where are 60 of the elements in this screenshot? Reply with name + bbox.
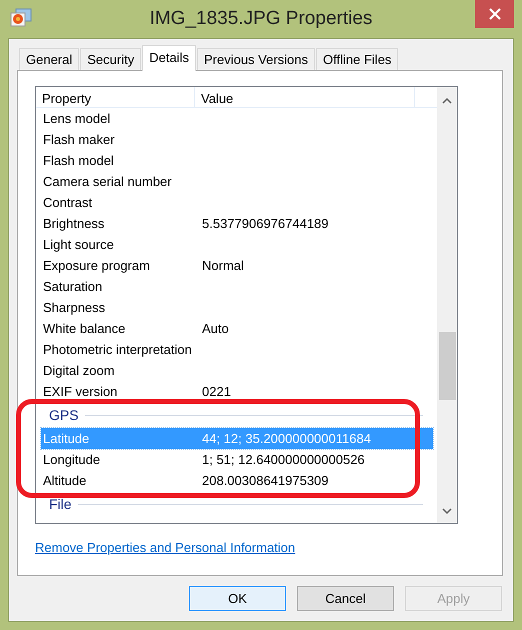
property-row[interactable]: Flash maker (41, 129, 433, 150)
property-name: Flash model (42, 153, 115, 168)
group-header: File (49, 496, 72, 512)
property-name: White balance (42, 321, 126, 336)
property-value: 208.00308641975309 (201, 473, 329, 488)
property-name: Light source (42, 237, 115, 252)
column-header[interactable]: Value (195, 87, 415, 107)
property-name: Latitude (42, 431, 90, 446)
close-button[interactable] (475, 0, 514, 28)
scrollbar[interactable] (437, 87, 457, 523)
scroll-down-icon[interactable] (441, 507, 453, 515)
dialog-button[interactable]: Cancel (297, 586, 394, 611)
property-value: 5.5377906976744189 (201, 216, 329, 231)
tab[interactable]: Security (80, 48, 142, 70)
scrollbar-thumb[interactable] (439, 332, 456, 400)
property-name: Contrast (42, 195, 94, 210)
property-name: Lens model (42, 111, 112, 126)
property-row[interactable]: Brightness 5.5377906976744189 (41, 213, 433, 234)
property-row[interactable]: Digital zoom (41, 360, 433, 381)
property-row[interactable]: White balance Auto (41, 318, 433, 339)
tab[interactable]: Previous Versions (196, 48, 316, 70)
property-name: EXIF version (42, 384, 118, 399)
tab[interactable]: General (19, 48, 80, 70)
window-title: IMG_1835.JPG Properties (150, 8, 372, 30)
property-row[interactable]: Lens model (41, 108, 433, 129)
property-row[interactable]: EXIF version 0221 (41, 381, 433, 402)
property-row[interactable]: Altitude 208.00308641975309 (41, 470, 433, 491)
property-value: 1; 51; 12.640000000000526 (201, 452, 365, 467)
property-row[interactable]: Contrast (41, 192, 433, 213)
property-value: Auto (201, 321, 229, 336)
property-name: Saturation (42, 279, 104, 294)
group-header: GPS (49, 407, 79, 423)
property-name: Camera serial number (42, 174, 173, 189)
property-name: Digital zoom (42, 363, 116, 378)
property-name: Brightness (42, 216, 106, 231)
property-row[interactable]: Light source (41, 234, 433, 255)
property-row[interactable]: Sharpness (41, 297, 433, 318)
property-name: Photometric interpretation (42, 342, 193, 357)
tab[interactable]: Details (142, 45, 196, 71)
property-row[interactable]: Longitude 1; 51; 12.640000000000526 (41, 449, 433, 470)
property-row[interactable]: Exposure program Normal (41, 255, 433, 276)
property-name: Sharpness (42, 300, 106, 315)
property-row[interactable]: Flash model (41, 150, 433, 171)
app-icon (10, 8, 32, 28)
property-name: Longitude (42, 452, 102, 467)
dialog-button[interactable]: OK (189, 586, 286, 611)
property-name: Exposure program (42, 258, 151, 273)
property-row[interactable]: Saturation (41, 276, 433, 297)
property-name: Altitude (42, 473, 88, 488)
property-value: 44; 12; 35.200000000011684 (201, 431, 371, 446)
remove-properties-link[interactable]: Remove Properties and Personal Information (35, 540, 296, 555)
tab[interactable]: Offline Files (316, 48, 398, 70)
property-value: Normal (201, 258, 244, 273)
close-icon (488, 8, 500, 20)
property-name: Flash maker (42, 132, 116, 147)
column-header[interactable]: Property (36, 87, 195, 107)
property-row[interactable]: Camera serial number (41, 171, 433, 192)
property-value: 0221 (201, 384, 231, 399)
scroll-up-icon[interactable] (441, 97, 453, 105)
property-row[interactable]: Photometric interpretation (41, 339, 433, 360)
